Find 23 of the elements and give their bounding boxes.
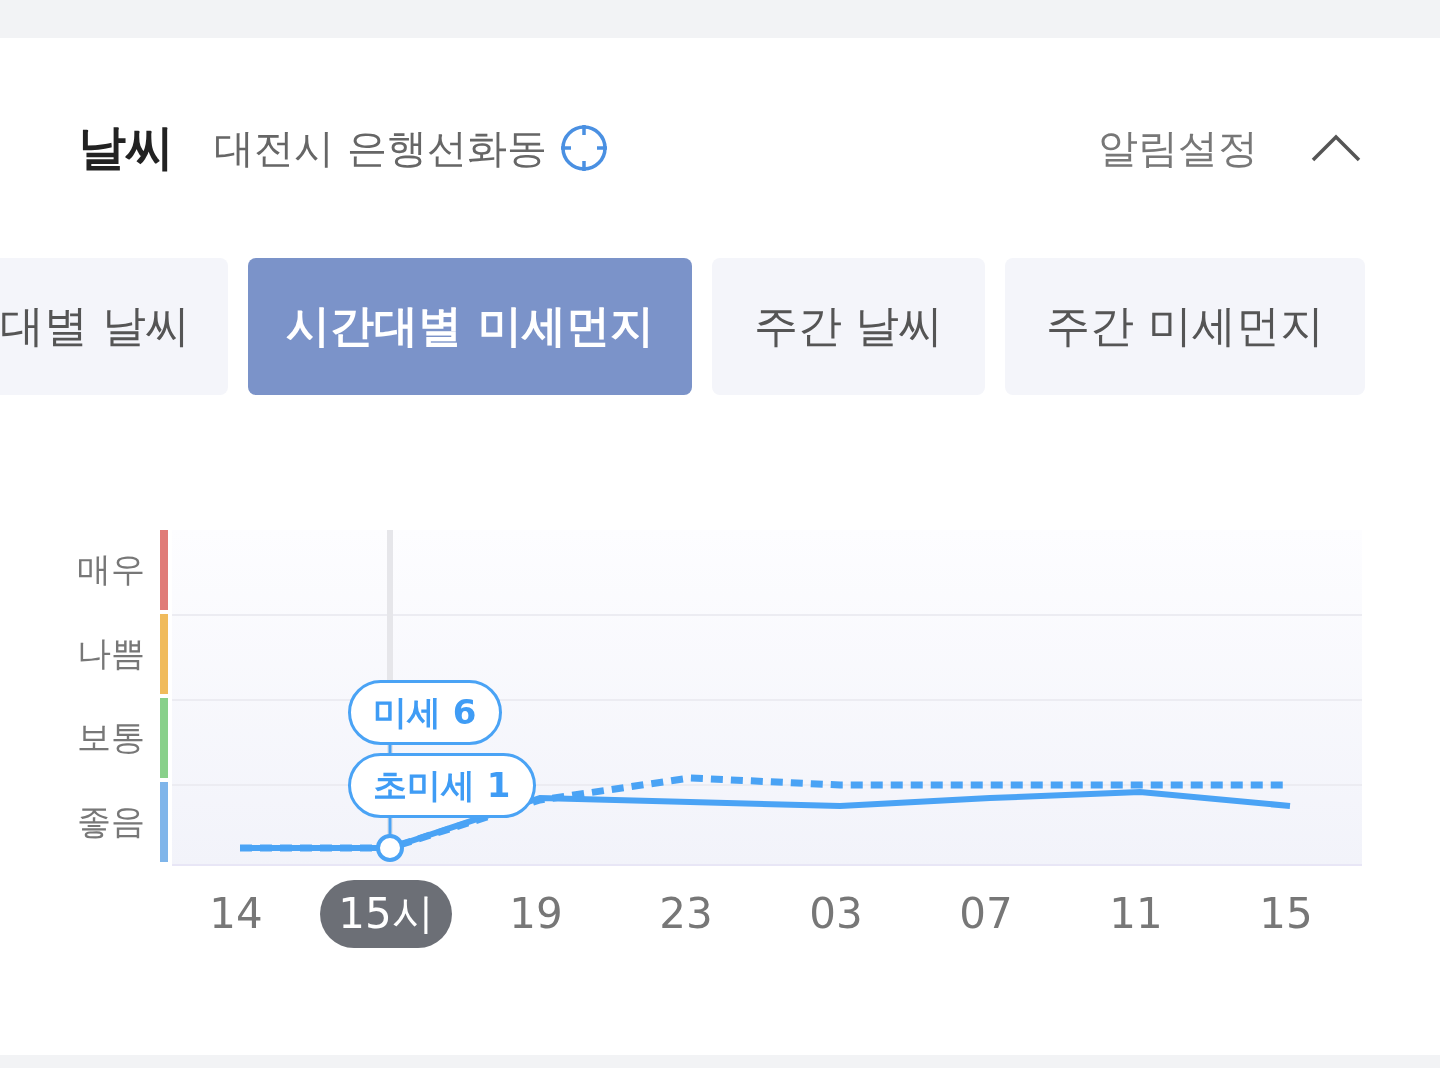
value-tooltip: 미세 6 — [348, 680, 502, 745]
level-label: 좋음 — [77, 800, 145, 843]
location-text: 대전시 은행선화동 — [214, 123, 547, 173]
tab[interactable]: 시간대별 미세먼지 — [248, 258, 692, 395]
time-label[interactable]: 14 — [191, 880, 281, 948]
section-title: 날씨 — [78, 118, 174, 177]
level-label: 보통 — [77, 716, 145, 759]
value-tooltip: 초미세 1 — [348, 753, 536, 818]
tab[interactable]: 주간 날씨 — [712, 258, 985, 395]
time-label[interactable]: 07 — [941, 880, 1031, 948]
level-label: 나쁨 — [77, 632, 145, 675]
caret-icon[interactable] — [1310, 133, 1362, 163]
time-label[interactable]: 11 — [1091, 880, 1181, 948]
tab[interactable]: 대별 날씨 — [0, 258, 228, 395]
level-label: 매우 — [77, 548, 145, 591]
tab[interactable]: 주간 미세먼지 — [1005, 258, 1365, 395]
time-label[interactable]: 15시 — [320, 880, 452, 948]
time-label[interactable]: 15 — [1241, 880, 1331, 948]
alert-settings-link[interactable]: 알림설정 — [1098, 120, 1258, 176]
location-icon[interactable] — [558, 123, 609, 173]
time-label[interactable]: 03 — [791, 880, 881, 948]
time-label[interactable]: 23 — [641, 880, 731, 948]
time-label[interactable]: 19 — [491, 880, 581, 948]
